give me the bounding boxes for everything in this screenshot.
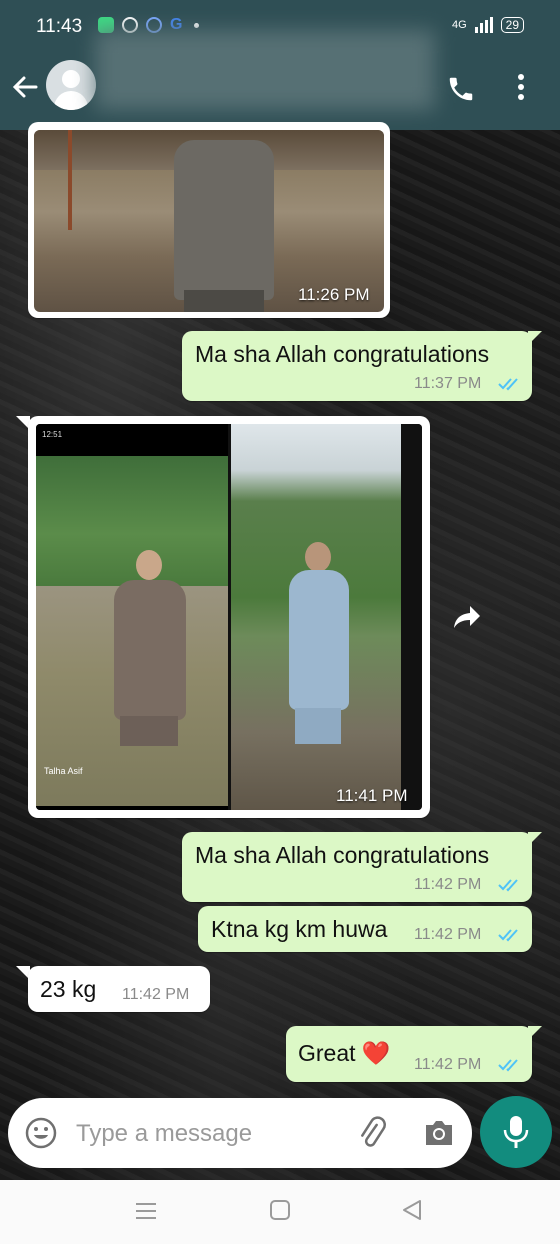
message-time: 11:42 PM [414,876,482,893]
mic-button[interactable] [480,1096,552,1168]
attach-icon[interactable] [354,1116,388,1150]
back-nav-icon[interactable] [400,1198,424,1222]
more-options-icon[interactable] [516,72,526,102]
collage-person-head [305,542,331,572]
collage-person-body [289,570,349,710]
forward-icon[interactable] [452,604,482,630]
dot-icon [194,22,199,28]
collage-person-head [136,550,162,580]
message-time: 11:42 PM [122,986,190,1003]
message-time: 11:37 PM [414,375,482,392]
mic-icon [503,1116,529,1148]
read-ticks-icon [498,879,518,892]
system-navigation-bar [0,1180,560,1244]
message-text: Ktna kg km huwa [211,916,388,942]
status-time: 11:43 [36,16,83,37]
bubble-tail [528,832,542,846]
photo-person-legs [184,290,264,312]
emoji-icon[interactable] [24,1116,58,1150]
read-ticks-icon [498,1059,518,1072]
collage-right-panel [231,424,401,810]
message-text: Great ❤️ [298,1040,391,1066]
call-icon[interactable] [446,74,476,104]
camera-icon[interactable] [422,1117,456,1149]
bubble-tail [528,331,542,345]
outgoing-text-message[interactable]: Ma sha Allah congratulations 11:42 PM [182,832,532,902]
message-text: 23 kg [40,976,97,1002]
phone-status-time: 12:51 [42,430,63,439]
collage-person-body [114,580,186,720]
message-input[interactable] [74,1114,338,1154]
message-time: 11:42 PM [414,1056,482,1073]
collage-person-legs [295,708,341,744]
battery-indicator: 29 [500,17,524,33]
incoming-image-message[interactable]: 11:26 PM [28,122,390,318]
incoming-image-message[interactable]: 12:51 Talha Asif 11:41 PM [28,416,430,818]
message-time: 11:42 PM [414,926,482,943]
home-icon[interactable] [268,1198,292,1222]
outgoing-text-message[interactable]: Great ❤️ 11:42 PM [286,1026,532,1082]
status-right: 4G 29 [452,17,524,33]
photo-pole [68,130,72,230]
photo-watermark: Talha Asif [44,766,83,776]
network-label: 4G [451,19,467,31]
back-arrow-icon[interactable] [10,72,40,102]
photo-rocky-ground[interactable]: 11:26 PM [34,130,384,312]
message-time: 11:41 PM [336,786,408,805]
collage-person-legs [120,716,178,746]
incoming-text-message[interactable]: 23 kg 11:42 PM [28,966,210,1012]
signal-icon [474,17,493,33]
contact-name-redacted[interactable] [95,30,435,110]
message-text: Ma sha Allah congratulations [195,341,490,367]
message-composer [8,1098,472,1168]
photo-person [174,140,274,300]
collage-left-panel: 12:51 Talha Asif [36,424,228,810]
read-ticks-icon [498,378,518,391]
photo-collage[interactable]: 12:51 Talha Asif 11:41 PM [36,424,422,810]
collage-border [402,424,422,810]
read-ticks-icon [498,929,518,942]
message-text: Ma sha Allah congratulations [195,842,490,868]
collage-trees [36,456,228,586]
chat-header [0,30,560,130]
message-time: 11:26 PM [298,285,370,304]
recent-apps-icon[interactable] [134,1200,158,1222]
outgoing-text-message[interactable]: Ma sha Allah congratulations 11:37 PM [182,331,532,401]
avatar-icon[interactable] [46,60,96,110]
outgoing-text-message[interactable]: Ktna kg km huwa 11:42 PM [198,906,532,952]
